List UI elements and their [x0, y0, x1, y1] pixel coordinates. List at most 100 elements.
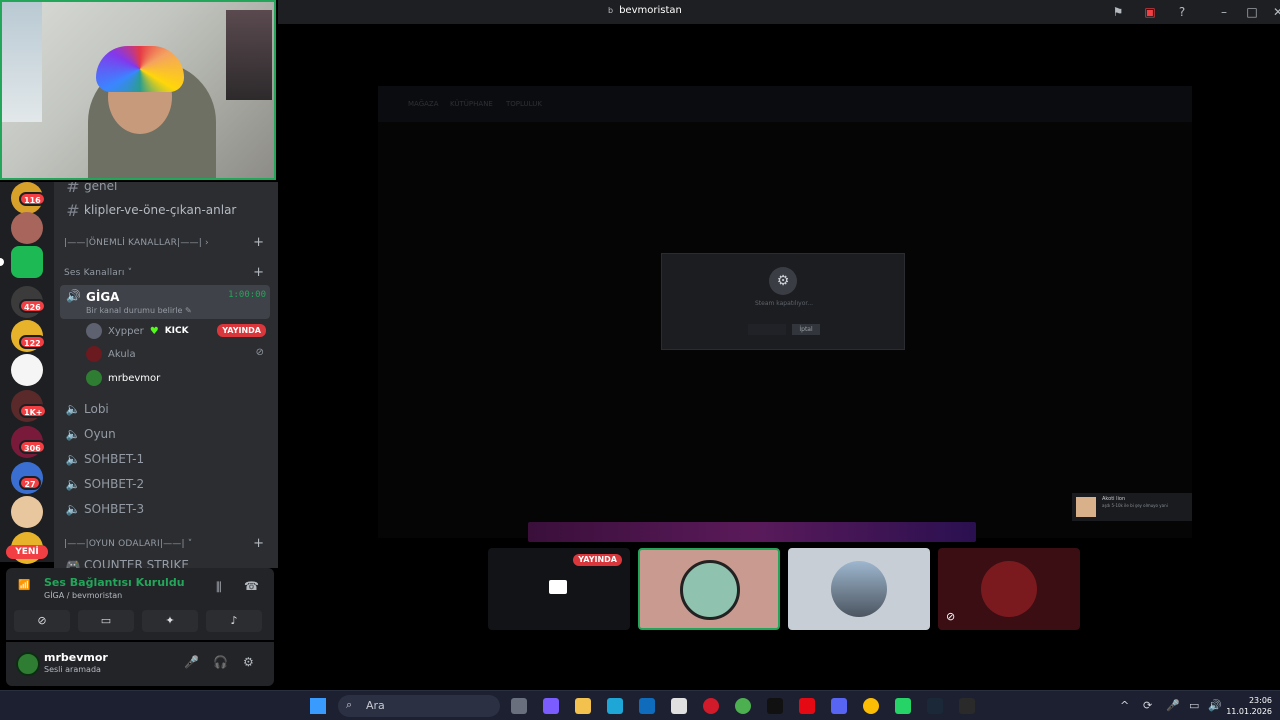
screen-share-button[interactable]: ▭ [78, 610, 134, 632]
voice-channel-path: GİGA / bevmoristan [44, 591, 123, 600]
screen-icon[interactable]: ▣ [1142, 4, 1158, 20]
channel-label: COUNTER STRIKE [84, 558, 189, 568]
voice-channel-lobi[interactable]: 🔈 Lobi [62, 398, 274, 420]
copilot-icon[interactable] [543, 698, 559, 714]
notification-toast: Akoti lion aşdı 5-10k ile bi şey olmuyo … [1072, 493, 1192, 521]
voice-member-xypper[interactable]: Xypper ♥ KICK [86, 321, 189, 341]
voice-channel-sohbet-1[interactable]: 🔈 SOHBET-1 [62, 448, 274, 470]
participant-tile-flag[interactable]: ⊘ [938, 548, 1080, 630]
voice-channel-counter-strike[interactable]: 🎮 COUNTER STRIKE [62, 554, 274, 568]
channel-klipler[interactable]: # klipler-ve-öne-çıkan-anlar [62, 199, 274, 221]
mic-tray-icon[interactable]: 🎤 [1166, 699, 1180, 712]
steam-icon[interactable] [927, 698, 943, 714]
help-icon[interactable]: ? [1174, 4, 1190, 20]
headphones-icon[interactable]: 🎧 [213, 655, 228, 669]
participant-tile-photo[interactable] [788, 548, 930, 630]
server-icon-10[interactable] [11, 496, 43, 528]
windows-taskbar: ⌕ Ara ^ ⟳ 🎤 ▭ 🔊 23:06 11.01.2026 [0, 690, 1280, 720]
speaker-icon: 🔈 [65, 452, 81, 466]
outlook-icon[interactable] [639, 698, 655, 714]
server-badge-6: 27 [19, 476, 41, 490]
channel-list: # genel # klipler-ve-öne-çıkan-anlar |——… [54, 182, 278, 568]
windows-start-icon[interactable] [310, 698, 326, 714]
add-channel-icon[interactable]: + [253, 265, 264, 280]
chevron-up-icon[interactable]: ^ [1120, 699, 1129, 712]
participant-tile-stream[interactable]: YAYINDA [488, 548, 630, 630]
speaker-icon: 🔈 [65, 427, 81, 441]
chrome-alt-icon[interactable] [863, 698, 879, 714]
window-title: b bevmoristan [608, 5, 682, 16]
taskbar-clock[interactable]: 23:06 11.01.2026 [1226, 695, 1272, 717]
store-icon[interactable] [671, 698, 687, 714]
category-voice[interactable]: Ses Kanalları ˅ [64, 268, 132, 278]
discord-icon[interactable] [831, 698, 847, 714]
speaker-icon: 🔈 [65, 402, 81, 416]
dialog-cancel-button[interactable]: İptal [792, 324, 820, 335]
stream-stage[interactable]: MAĞAZA KÜTÜPHANE TOPLULUK ⚙ Steam kapatı… [278, 24, 1280, 690]
unread-pill [0, 258, 4, 266]
flag-icon[interactable]: ⚑ [1110, 4, 1126, 20]
kick-label: KICK [164, 326, 189, 336]
channel-status[interactable]: Bir kanal durumu belirle ✎ [86, 306, 192, 315]
epic-games-icon[interactable] [959, 698, 975, 714]
netflix-icon[interactable] [799, 698, 815, 714]
display-icon[interactable]: ▭ [1189, 699, 1199, 712]
server-badge-2: 426 [19, 299, 46, 313]
monitor-icon [549, 580, 567, 594]
voice-connected-icon: 🔊 [66, 289, 81, 303]
webcam-rainbow-wig [96, 46, 184, 92]
channel-label: genel [84, 182, 118, 193]
maximize-icon[interactable]: □ [1244, 4, 1260, 20]
whatsapp-icon[interactable] [895, 698, 911, 714]
sync-icon[interactable]: ⟳ [1143, 699, 1152, 712]
participant-tile-joker[interactable] [638, 548, 780, 630]
channel-label: klipler-ve-öne-çıkan-anlar [84, 203, 237, 217]
webcam-overlay[interactable] [0, 0, 276, 180]
volume-icon[interactable]: 🔊 [1208, 699, 1222, 712]
tiktok-icon[interactable] [767, 698, 783, 714]
taskbar-search[interactable]: ⌕ Ara [338, 695, 500, 717]
task-view-icon[interactable] [511, 698, 527, 714]
voice-channel-sohbet-3[interactable]: 🔈 SOHBET-3 [62, 498, 274, 520]
edge-icon[interactable] [607, 698, 623, 714]
add-channel-icon[interactable]: + [253, 235, 264, 250]
chrome-icon[interactable] [735, 698, 751, 714]
category-games[interactable]: |——|OYUN ODALARI|——| ˅ [64, 539, 192, 549]
webcam-window [2, 2, 42, 122]
user-name[interactable]: mrbevmor [44, 651, 108, 664]
camera-off-button[interactable]: ⊘ [14, 610, 70, 632]
voice-connected-label[interactable]: Ses Bağlantısı Kuruldu [44, 576, 185, 589]
close-icon[interactable]: ✕ [1270, 4, 1280, 20]
server-badge-5: 306 [19, 440, 46, 454]
voice-channel-oyun[interactable]: 🔈 Oyun [62, 423, 274, 445]
category-important[interactable]: |——|ÖNEMLİ KANALLAR|——| › [64, 238, 209, 248]
signal-icon: 📶 [18, 580, 31, 591]
file-explorer-icon[interactable] [575, 698, 591, 714]
voice-member-akula[interactable]: Akula [86, 344, 136, 364]
disconnect-icon[interactable]: ☎ [244, 579, 259, 593]
voice-member-mrbevmor[interactable]: mrbevmor [86, 368, 160, 388]
voice-channel-sohbet-2[interactable]: 🔈 SOHBET-2 [62, 473, 274, 495]
shared-screen-taskbar [528, 522, 976, 542]
controller-icon: 🎮 [65, 558, 81, 568]
user-panel: mrbevmor Sesli aramada 🎤 🎧 ⚙ [6, 642, 274, 686]
noise-suppression-icon[interactable]: ⫼ [216, 580, 222, 595]
activities-button[interactable]: ✦ [142, 610, 198, 632]
channel-genel[interactable]: # genel [62, 182, 274, 197]
minimize-icon[interactable]: – [1216, 4, 1232, 20]
settings-gear-icon[interactable]: ⚙ [243, 655, 254, 669]
hash-icon: # [66, 200, 80, 220]
microphone-icon[interactable]: 🎤 [184, 655, 199, 669]
steam-nav-store: MAĞAZA [408, 100, 439, 108]
avatar [831, 561, 887, 617]
member-name: Xypper [108, 325, 144, 337]
server-icon-2[interactable] [11, 212, 43, 244]
server-icon-3[interactable] [11, 246, 43, 278]
opera-icon[interactable] [703, 698, 719, 714]
deafened-icon: ⊘ [946, 610, 956, 623]
server-icon-6[interactable] [11, 354, 43, 386]
dialog-secondary-button[interactable] [748, 324, 786, 335]
user-avatar[interactable] [16, 652, 40, 676]
add-channel-icon[interactable]: + [253, 536, 264, 551]
soundboard-button[interactable]: ♪ [206, 610, 262, 632]
